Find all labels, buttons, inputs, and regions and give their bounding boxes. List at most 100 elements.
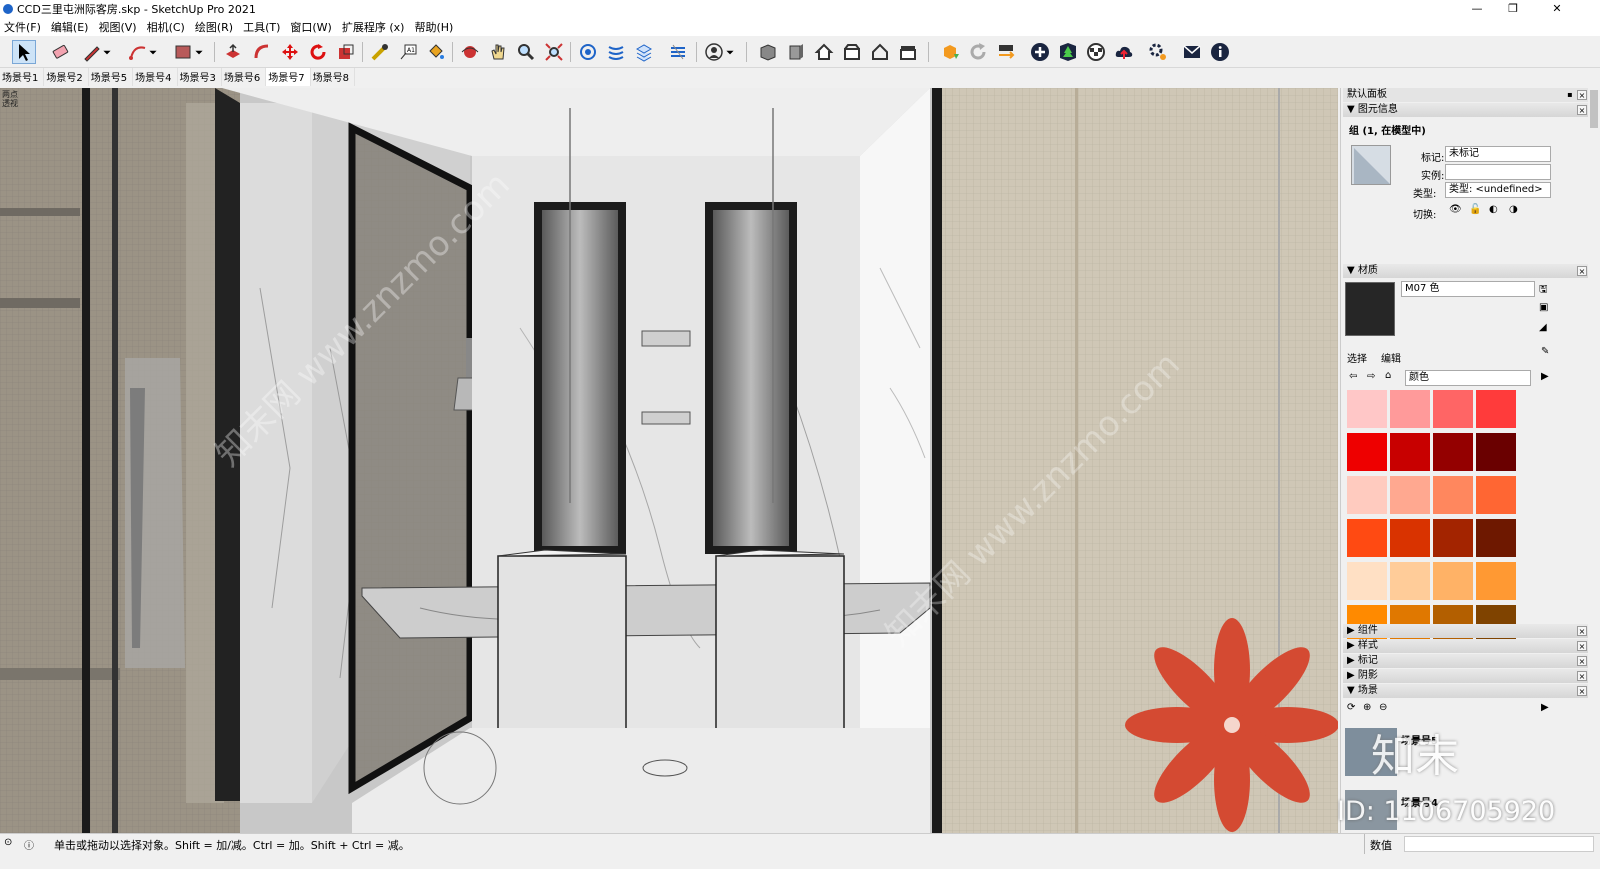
material-swatch[interactable]: [1347, 562, 1387, 600]
model-viewport[interactable]: 知末网 www.znzmo.com 知末网 www.znzmo.com 两点透视: [0, 88, 1338, 833]
tab-scene-1[interactable]: 场景号1: [0, 68, 45, 86]
material-swatch[interactable]: [1476, 519, 1516, 557]
geolocation-icon[interactable]: ⊙: [4, 837, 12, 848]
orbit-icon[interactable]: [458, 40, 482, 64]
status-info-icon[interactable]: ⓘ: [24, 837, 34, 852]
remove-scene-icon[interactable]: ⊖: [1379, 702, 1387, 713]
close-button[interactable]: ✕: [1543, 0, 1571, 18]
info-icon[interactable]: [1208, 40, 1232, 64]
mail-icon[interactable]: [1180, 40, 1204, 64]
menu-tools[interactable]: 工具(T): [239, 19, 286, 35]
menu-view[interactable]: 视图(V): [94, 19, 142, 35]
front-view-icon[interactable]: [784, 40, 808, 64]
lock-icon[interactable]: 🔓: [1469, 204, 1481, 215]
material-swatch[interactable]: [1347, 476, 1387, 514]
tab-select[interactable]: 选择: [1347, 350, 1367, 365]
text-label-icon[interactable]: A1: [396, 40, 420, 64]
refresh-icon[interactable]: [966, 40, 990, 64]
scale-icon[interactable]: [334, 40, 358, 64]
material-swatch[interactable]: [1476, 390, 1516, 428]
house-back-icon[interactable]: [896, 40, 920, 64]
tray-scrollbar[interactable]: [1588, 88, 1600, 833]
dropdown-arrow-icon[interactable]: [724, 40, 736, 64]
material-swatch[interactable]: [1433, 390, 1473, 428]
tab-edit[interactable]: 编辑: [1381, 350, 1401, 365]
pin-icon[interactable]: ▪: [1565, 90, 1575, 100]
house-top-icon[interactable]: [840, 40, 864, 64]
materials-header[interactable]: ▼ 材质 ×: [1343, 264, 1589, 278]
add-scene-icon[interactable]: ⊕: [1363, 702, 1371, 713]
tab-scene-2[interactable]: 场景号2: [44, 68, 89, 86]
material-swatch[interactable]: [1390, 476, 1430, 514]
default-material-icon[interactable]: ▣: [1539, 302, 1548, 313]
create-material-icon[interactable]: 🖫: [1539, 282, 1548, 299]
menu-help[interactable]: 帮助(H): [410, 19, 459, 35]
rotate-icon[interactable]: [306, 40, 330, 64]
tray-close-icon[interactable]: ×: [1577, 90, 1587, 100]
tape-measure-icon[interactable]: [368, 40, 392, 64]
display-secondary-icon[interactable]: ◢: [1539, 322, 1547, 333]
material-swatch[interactable]: [1433, 519, 1473, 557]
follow-me-icon[interactable]: [250, 40, 274, 64]
stairs-plugin-icon[interactable]: [604, 40, 628, 64]
material-swatch[interactable]: [1347, 519, 1387, 557]
entity-info-header[interactable]: ▼ 图元信息 ×: [1343, 103, 1589, 117]
instance-field[interactable]: [1445, 164, 1551, 180]
tab-scene-4[interactable]: 场景号4: [133, 68, 178, 86]
house-outline-icon[interactable]: [868, 40, 892, 64]
move-icon[interactable]: [278, 40, 302, 64]
maximize-button[interactable]: ❐: [1499, 0, 1527, 18]
material-swatch[interactable]: [1347, 390, 1387, 428]
components-header[interactable]: ▶ 组件 ×: [1343, 624, 1589, 638]
material-swatch[interactable]: [1347, 433, 1387, 471]
sandbox-icon[interactable]: [576, 40, 600, 64]
paint-bucket-icon[interactable]: [424, 40, 448, 64]
pan-icon[interactable]: [486, 40, 510, 64]
extension-warehouse-icon[interactable]: [938, 40, 962, 64]
transfer-icon[interactable]: [994, 40, 1018, 64]
menu-camera[interactable]: 相机(C): [143, 19, 191, 35]
eyedropper-icon[interactable]: ✎: [1541, 346, 1549, 357]
visibility-eye-icon[interactable]: 👁: [1449, 204, 1462, 215]
close-icon[interactable]: ×: [1577, 671, 1587, 681]
eraser-icon[interactable]: [48, 40, 72, 64]
receive-shadows-icon[interactable]: ◐: [1489, 204, 1498, 215]
user-account-icon[interactable]: [702, 40, 726, 64]
library-select[interactable]: 颜色: [1405, 370, 1531, 386]
push-pull-icon[interactable]: [221, 40, 245, 64]
add-circle-icon[interactable]: [1028, 40, 1052, 64]
menu-extensions[interactable]: 扩展程序 (x): [338, 19, 411, 35]
settings-gears-icon[interactable]: [1146, 40, 1170, 64]
tab-scene-6[interactable]: 场景号6: [222, 68, 267, 86]
zoom-extents-icon[interactable]: [542, 40, 566, 64]
tab-scene-7[interactable]: 场景号7: [266, 68, 311, 86]
material-swatch[interactable]: [1390, 519, 1430, 557]
scenes-header[interactable]: ▼ 场景 ×: [1343, 684, 1589, 698]
material-swatch[interactable]: [1476, 562, 1516, 600]
layers-plugin-icon[interactable]: [632, 40, 656, 64]
shadows-header[interactable]: ▶ 阴影 ×: [1343, 669, 1589, 683]
select-arrow-icon[interactable]: [12, 40, 36, 64]
material-swatch[interactable]: [1433, 476, 1473, 514]
tags-header[interactable]: ▶ 标记 ×: [1343, 654, 1589, 668]
close-icon[interactable]: ×: [1577, 105, 1587, 115]
material-swatch[interactable]: [1433, 562, 1473, 600]
tag-select[interactable]: 未标记: [1445, 146, 1551, 162]
house-iso-icon[interactable]: [812, 40, 836, 64]
menu-draw[interactable]: 绘图(R): [191, 19, 239, 35]
close-icon[interactable]: ×: [1577, 686, 1587, 696]
cloud-upload-icon[interactable]: [1112, 40, 1136, 64]
material-swatch[interactable]: [1390, 433, 1430, 471]
dropdown-arrow-icon[interactable]: [193, 40, 205, 64]
material-name-field[interactable]: M07 色: [1401, 281, 1535, 297]
close-icon[interactable]: ×: [1577, 641, 1587, 651]
details-arrow-icon[interactable]: ▶: [1541, 371, 1549, 382]
material-swatch[interactable]: [1390, 562, 1430, 600]
material-swatch[interactable]: [1476, 433, 1516, 471]
styles-header[interactable]: ▶ 样式 ×: [1343, 639, 1589, 653]
dropdown-arrow-icon[interactable]: [101, 40, 113, 64]
rectangle-icon[interactable]: [171, 40, 195, 64]
minimize-button[interactable]: —: [1463, 0, 1491, 18]
tab-scene-5[interactable]: 场景号5: [89, 68, 134, 86]
cast-shadows-icon[interactable]: ◑: [1509, 204, 1518, 215]
